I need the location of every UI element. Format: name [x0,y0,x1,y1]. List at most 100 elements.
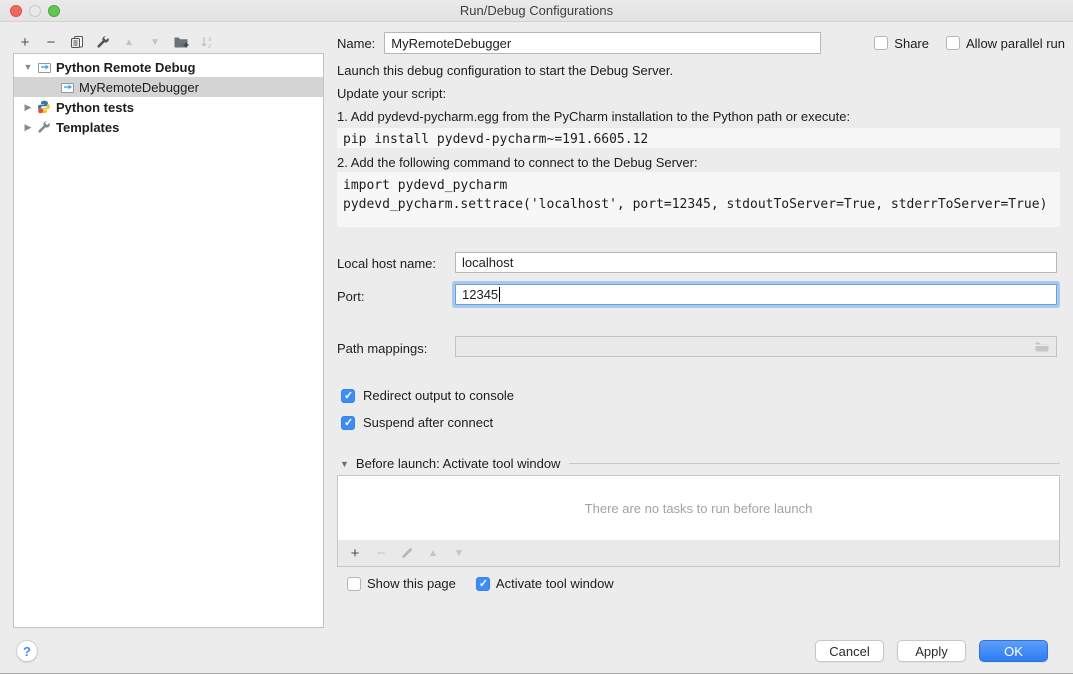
remove-task-button[interactable]: − [368,542,394,564]
move-task-down-button[interactable]: ▼ [446,542,472,564]
suspend-after-connect-checkbox[interactable] [341,416,355,430]
down-triangle-icon: ▼ [150,37,160,48]
tree-item-label: Templates [56,120,119,135]
ok-button-label: OK [1004,644,1023,659]
footer-options: Show this page Activate tool window [347,576,614,591]
minimize-window-button[interactable] [29,5,41,17]
copy-configuration-button[interactable] [64,30,90,54]
port-input[interactable]: 12345 [455,284,1057,305]
collapsed-chevron-icon[interactable]: ▶ [21,122,35,133]
header-checkboxes: Share Allow parallel run [874,36,1065,51]
local-host-name-input[interactable]: localhost [455,252,1057,273]
activate-tool-window-checkbox[interactable] [476,577,490,591]
activate-tool-window-label: Activate tool window [496,576,614,591]
code-line: import pydevd_pycharm [343,176,1054,195]
tree-item-label: Python Remote Debug [56,60,195,75]
title-bar[interactable]: Run/Debug Configurations [0,0,1073,22]
configurations-tree: ▼ Python Remote Debug MyRemoteDebugger [13,53,324,628]
instructions-line-2: Update your script: [337,86,446,101]
add-configuration-button[interactable]: + [12,30,38,54]
cancel-button[interactable]: Cancel [815,640,884,662]
code-line: pip install pydevd-pycharm~=191.6605.12 [343,130,1054,149]
name-value: MyRemoteDebugger [391,36,511,51]
redirect-output-checkbox[interactable] [341,389,355,403]
path-mappings-input[interactable] [455,336,1057,357]
minus-icon: − [47,34,56,51]
move-up-button[interactable]: ▲ [116,30,142,54]
instructions-step-1: 1. Add pydevd-pycharm.egg from the PyCha… [337,109,850,124]
show-this-page-label: Show this page [367,576,456,591]
instructions-line-1: Launch this debug configuration to start… [337,63,673,78]
svg-text:a: a [208,36,212,43]
cancel-button-label: Cancel [829,644,869,659]
tree-item-templates[interactable]: ▶ Templates [14,117,323,137]
share-label: Share [894,36,929,51]
window-title: Run/Debug Configurations [460,3,613,18]
configurations-toolbar: + − ▲ ▼ a z [12,30,220,54]
close-window-button[interactable] [10,5,22,17]
move-down-button[interactable]: ▼ [142,30,168,54]
show-this-page-checkbox[interactable] [347,577,361,591]
tree-item-python-remote-debug[interactable]: ▼ Python Remote Debug [14,57,323,77]
allow-parallel-run-checkbox-group[interactable]: Allow parallel run [946,36,1065,51]
edit-templates-button[interactable] [90,30,116,54]
path-mappings-label: Path mappings: [337,341,427,356]
move-task-up-button[interactable]: ▲ [420,542,446,564]
instructions-step-2: 2. Add the following command to connect … [337,155,698,170]
allow-parallel-run-checkbox[interactable] [946,36,960,50]
pencil-icon [400,546,414,560]
tree-item-myremotedebugger[interactable]: MyRemoteDebugger [14,77,323,97]
plus-icon: + [351,545,360,562]
local-host-name-value: localhost [462,255,513,270]
python-tests-icon [37,100,52,114]
folder-icon[interactable] [1034,340,1050,353]
zoom-window-button[interactable] [48,5,60,17]
collapsed-chevron-icon[interactable]: ▶ [21,102,35,113]
new-folder-button[interactable] [168,30,194,54]
name-label: Name: [337,36,375,51]
copy-icon [70,35,84,49]
pip-install-code: pip install pydevd-pycharm~=191.6605.12 [337,128,1060,148]
sort-az-icon: a z [200,35,214,49]
name-row: Name: MyRemoteDebugger Share Allow paral… [337,32,1065,54]
text-cursor [499,287,500,302]
add-task-button[interactable]: + [342,542,368,564]
window-controls [10,5,60,17]
ok-button[interactable]: OK [979,640,1048,662]
before-launch-toolbar: + − ▲ ▼ [337,540,1060,567]
apply-button[interactable]: Apply [897,640,966,662]
empty-tasks-message: There are no tasks to run before launch [585,501,813,516]
port-label: Port: [337,289,364,304]
allow-parallel-run-label: Allow parallel run [966,36,1065,51]
name-input[interactable]: MyRemoteDebugger [384,32,821,54]
activate-tool-window-checkbox-group[interactable]: Activate tool window [476,576,614,591]
code-line: pydevd_pycharm.settrace('localhost', por… [343,195,1054,214]
sort-configurations-button[interactable]: a z [194,30,220,54]
before-launch-task-list[interactable]: There are no tasks to run before launch [337,475,1060,541]
redirect-output-checkbox-group[interactable]: Redirect output to console [341,388,514,403]
svg-text:z: z [208,43,211,49]
expanded-chevron-icon[interactable]: ▼ [340,459,349,469]
share-checkbox[interactable] [874,36,888,50]
edit-task-button[interactable] [394,542,420,564]
before-launch-title: Before launch: Activate tool window [356,456,561,471]
suspend-after-connect-label: Suspend after connect [363,415,493,430]
expanded-chevron-icon[interactable]: ▼ [21,62,35,72]
apply-button-label: Apply [915,644,948,659]
up-triangle-icon: ▲ [428,548,438,559]
show-this-page-checkbox-group[interactable]: Show this page [347,576,456,591]
before-launch-header[interactable]: ▼ Before launch: Activate tool window [340,456,1060,471]
plus-icon: + [21,34,30,51]
remove-configuration-button[interactable]: − [38,30,64,54]
help-button[interactable]: ? [16,640,38,662]
tree-item-python-tests[interactable]: ▶ Python tests [14,97,323,117]
settrace-code-block: import pydevd_pycharm pydevd_pycharm.set… [337,172,1060,227]
suspend-after-connect-checkbox-group[interactable]: Suspend after connect [341,415,493,430]
dialog-buttons: Cancel Apply OK [815,640,1048,662]
remote-debug-icon [37,60,52,74]
share-checkbox-group[interactable]: Share [874,36,929,51]
run-debug-configurations-dialog: Run/Debug Configurations + − ▲ ▼ [0,0,1073,674]
new-folder-icon [173,35,189,49]
wrench-icon [37,120,52,134]
question-mark-icon: ? [23,644,31,659]
